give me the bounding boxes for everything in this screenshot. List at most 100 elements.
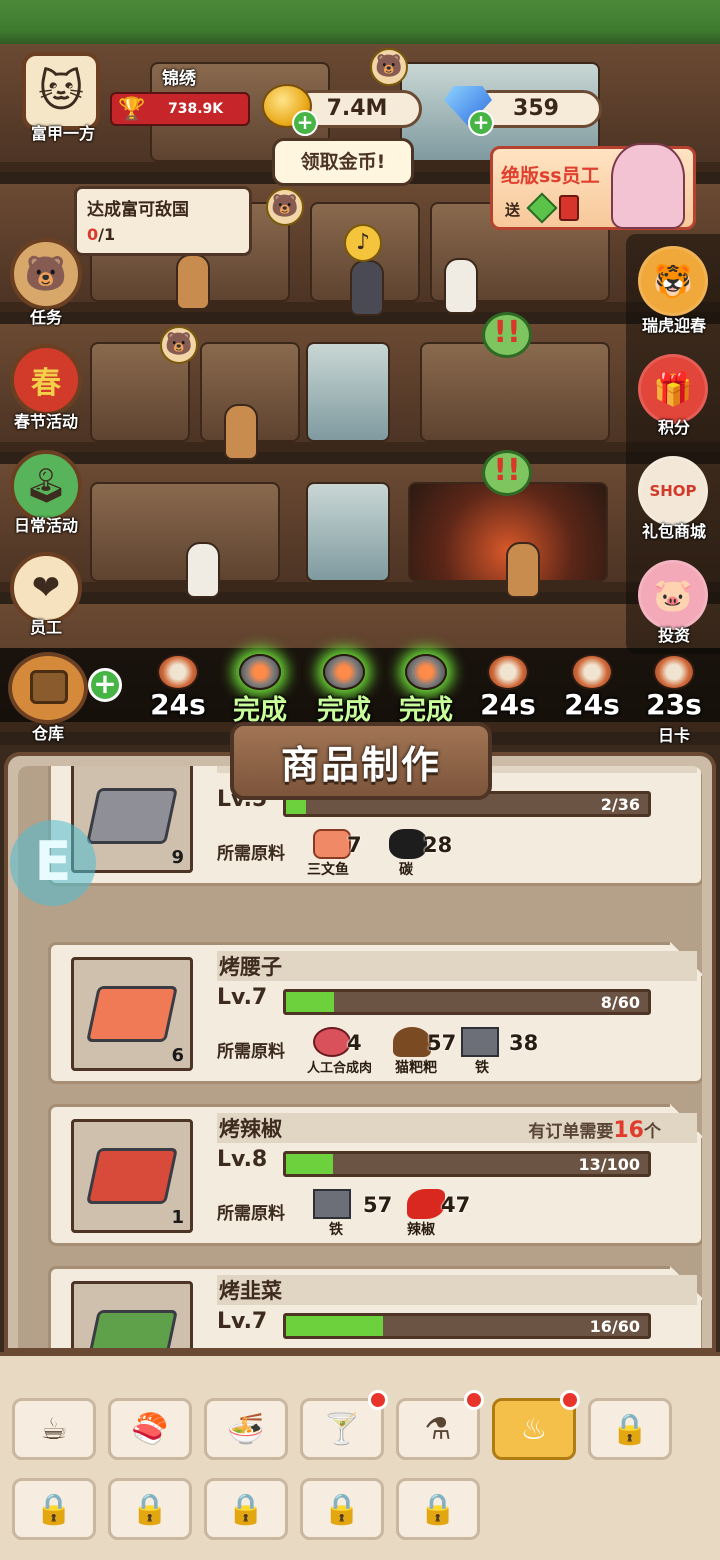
player-title: 富甲一方 (30, 124, 95, 143)
iron-ingot-icon (313, 1189, 351, 1219)
alert-bubble-icon[interactable]: !! (482, 450, 532, 496)
sushi-icon: 🍣 (131, 1411, 169, 1447)
invest-button[interactable]: 🐷 (638, 560, 708, 630)
category-tab-locked[interactable]: 🔒 (300, 1478, 384, 1540)
tiger-event-button[interactable]: 🐯 (638, 246, 708, 316)
floor-3[interactable] (0, 324, 720, 460)
material-name: 铁 (475, 1060, 489, 1076)
charcoal-icon (389, 829, 427, 859)
queue-slot[interactable]: 24s (550, 648, 634, 722)
add-coins-button[interactable]: + (292, 110, 318, 136)
queue-slot[interactable]: 24s (136, 648, 220, 722)
recipe-level: Lv.7 (217, 1309, 268, 1334)
game-scene[interactable]: ♪ !! !! 🐻 🐻 🐻 🐱 富甲一方 锦绣 🏆 738.9K 7.4M + … (0, 0, 720, 745)
room[interactable] (420, 342, 610, 442)
cocktail-icon: 🍸 (323, 1411, 361, 1447)
gift-box-icon: 🎁 (653, 370, 693, 408)
character-bubble-icon[interactable]: 🐻 (266, 188, 304, 226)
material-qty: 38 (509, 1031, 539, 1055)
music-note-icon[interactable]: ♪ (344, 224, 382, 262)
recipe-thumbnail: 6 (71, 957, 193, 1071)
panel-title: 商品制作 (280, 743, 441, 787)
floor-4[interactable] (0, 464, 720, 598)
lock-icon: 🔒 (611, 1411, 649, 1447)
character-bubble-icon[interactable]: 🐻 (160, 326, 198, 364)
room[interactable] (306, 342, 390, 442)
recipe-level: Lv.8 (217, 1147, 268, 1172)
progress-text: 13/100 (578, 1155, 640, 1174)
material-qty: 57 (427, 1031, 457, 1055)
trophy-banner[interactable]: 🏆 738.9K (110, 92, 250, 126)
character[interactable] (444, 258, 478, 314)
add-queue-slot-button[interactable]: + (88, 668, 122, 702)
progress-fill (286, 1316, 383, 1336)
category-tab-locked[interactable]: 🔒 (396, 1478, 480, 1540)
recipe-count: 6 (171, 1045, 184, 1066)
iron-ingot-icon (461, 1027, 499, 1057)
material-qty: 28 (423, 833, 453, 857)
grilled-chili-icon (86, 1148, 178, 1204)
recipe-name: 烤腰子 (217, 951, 697, 981)
recipe-thumbnail: 1 (71, 1119, 193, 1233)
material-name: 猫粑粑 (395, 1060, 437, 1076)
gift-shop-label: 礼包商城 (641, 522, 706, 541)
material-name: 碳 (399, 862, 413, 878)
queue-slot-label: 23s (646, 688, 702, 721)
category-tab-noodles[interactable]: 🍜 (204, 1398, 288, 1460)
progress-text: 2/36 (600, 795, 640, 814)
progress-fill (286, 992, 335, 1012)
material-name: 辣椒 (407, 1222, 435, 1238)
task-button[interactable]: 🐻 (10, 238, 82, 310)
grass-strip (0, 0, 720, 44)
queue-slot-done[interactable]: 完成 (302, 648, 386, 726)
recipe-card[interactable]: 6 烤腰子 Lv.7 8/60 所需原料 4 人工合成肉 57 猫粑粑 38 铁 (48, 942, 702, 1084)
category-tab-locked[interactable]: 🔒 (204, 1478, 288, 1540)
warehouse-label: 仓库 (31, 724, 64, 743)
promo-banner[interactable]: 绝版ss员工 送 (490, 143, 696, 230)
queue-slot-done[interactable]: 完成 (218, 648, 302, 726)
spring-festival-icon: 春 (31, 366, 61, 401)
recipe-list[interactable]: 9 Lv.5 2/36 所需原料 7 三文鱼 28 碳 (18, 766, 702, 1348)
overlay-assist-icon[interactable]: E (10, 820, 96, 906)
player-avatar[interactable]: 🐱 (22, 52, 100, 130)
character[interactable] (176, 254, 210, 310)
add-gems-button[interactable]: + (468, 110, 494, 136)
queue-slot-label: 24s (150, 688, 206, 721)
character[interactable] (224, 404, 258, 460)
recipe-card[interactable]: 烤韭菜 Lv.7 16/60 (48, 1266, 702, 1348)
recipe-thumbnail (71, 1281, 193, 1348)
room[interactable] (306, 482, 390, 582)
character[interactable] (350, 260, 384, 316)
piggy-bank-icon: 🐷 (653, 576, 693, 614)
progress-fill (286, 1154, 334, 1174)
claim-coins-button[interactable]: 领取金币! (272, 138, 414, 186)
staff-label: 员工 (29, 618, 62, 637)
queue-slot[interactable]: 23s (632, 648, 716, 722)
invest-label: 投资 (657, 626, 690, 645)
alert-bubble-icon[interactable]: !! (482, 312, 532, 358)
bear-mascot-icon: 🐻 (24, 254, 68, 294)
player-name: 锦绣 (162, 69, 196, 89)
category-tab-locked[interactable]: 🔒 (588, 1398, 672, 1460)
material-name: 人工合成肉 (307, 1061, 373, 1076)
category-tab-sushi[interactable]: 🍣 (108, 1398, 192, 1460)
daily-activity-label: 日常活动 (13, 516, 78, 535)
character-bubble-icon[interactable]: 🐻 (370, 48, 408, 86)
category-tab-locked[interactable]: 🔒 (108, 1478, 192, 1540)
grilled-chives-icon (86, 1310, 178, 1348)
recipe-card[interactable]: 1 烤辣椒 有订单需要16个 Lv.8 13/100 所需原料 57 铁 47 … (48, 1104, 702, 1246)
room[interactable] (90, 482, 280, 582)
queue-slot-done[interactable]: 完成 (384, 648, 468, 726)
category-tab-drinks[interactable]: ☕ (12, 1398, 96, 1460)
gift-shop-button[interactable]: SHOP (638, 456, 708, 526)
quest-tooltip[interactable]: 达成富可敌国 0/1 (74, 186, 252, 256)
spring-festival-button[interactable]: 春 (10, 344, 82, 416)
warehouse-button[interactable] (8, 652, 88, 724)
queue-slot-label: 24s (480, 688, 536, 721)
material-qty: 47 (441, 1193, 471, 1217)
trophy-icon: 🏆 (118, 97, 146, 122)
queue-slot[interactable]: 24s (466, 648, 550, 722)
category-tab-locked[interactable]: 🔒 (12, 1478, 96, 1540)
character[interactable] (506, 542, 540, 598)
character[interactable] (186, 542, 220, 598)
